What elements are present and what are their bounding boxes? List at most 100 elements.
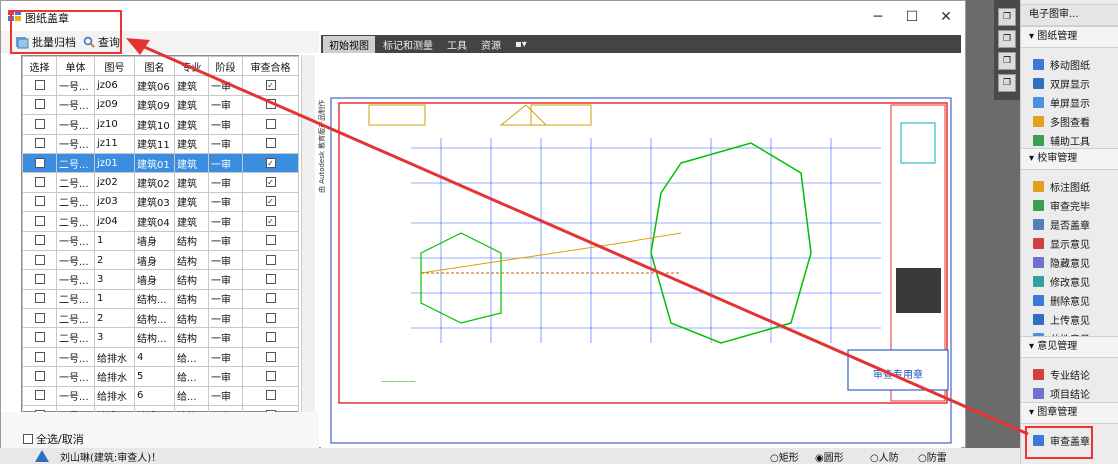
table-row[interactable]: 二号... jz04 建筑04 建筑 一审 ✓ xyxy=(22,211,299,232)
table-row[interactable]: 一号... 给排水 6 给... 一审 xyxy=(22,385,299,407)
panel-item[interactable]: 标注图纸 xyxy=(1033,178,1090,194)
tab-initial-view[interactable]: 初始视图 xyxy=(323,35,375,53)
row-select-cell[interactable] xyxy=(22,385,57,407)
tab-tools[interactable]: 工具 xyxy=(441,36,473,53)
table-row[interactable]: 一号... 2 墙身 结构 一审 xyxy=(22,249,299,271)
row-checkbox[interactable] xyxy=(34,215,45,226)
section-header-3[interactable]: ▾ 图章管理 xyxy=(1021,402,1118,424)
row-checkbox[interactable] xyxy=(34,273,45,284)
approved-cell[interactable] xyxy=(242,308,299,329)
row-select-cell[interactable] xyxy=(22,327,57,348)
approved-cell[interactable] xyxy=(242,114,299,135)
camera-dropdown-icon[interactable]: ▪▾ xyxy=(509,38,533,51)
row-select-cell[interactable] xyxy=(22,133,57,154)
row-select-cell[interactable] xyxy=(22,114,57,135)
row-select-cell[interactable] xyxy=(22,211,57,232)
approved-checkbox[interactable]: ✓ xyxy=(265,177,276,188)
table-row[interactable]: 二号... 1 结构... 结构 一审 xyxy=(22,288,299,310)
row-select-cell[interactable] xyxy=(22,172,57,193)
row-select-cell[interactable] xyxy=(22,94,57,116)
row-select-cell[interactable] xyxy=(22,152,57,174)
row-checkbox[interactable] xyxy=(34,118,45,129)
panel-item[interactable]: 是否盖章 xyxy=(1033,216,1090,232)
column-header[interactable]: 选择 xyxy=(22,55,57,77)
row-select-cell[interactable] xyxy=(22,269,57,290)
approved-cell[interactable] xyxy=(242,288,299,310)
row-checkbox[interactable] xyxy=(34,138,45,149)
approved-checkbox[interactable]: ✓ xyxy=(265,80,276,91)
column-header[interactable]: 图名 xyxy=(134,55,175,77)
close-button[interactable]: ✕ xyxy=(931,7,961,27)
row-checkbox[interactable] xyxy=(34,312,45,323)
table-row[interactable]: 一号... jz06 建筑06 建筑 一审 ✓ xyxy=(22,75,299,96)
lightning-option[interactable]: ○防雷 xyxy=(918,449,947,464)
section-header-1[interactable]: ▾ 校审管理 xyxy=(1021,148,1118,170)
panel-item[interactable]: 显示意见 xyxy=(1033,235,1090,251)
row-checkbox[interactable] xyxy=(34,196,45,207)
approved-cell[interactable] xyxy=(242,133,299,154)
panel-item[interactable]: 移动图纸 xyxy=(1033,56,1090,72)
approved-checkbox[interactable] xyxy=(265,273,276,284)
tab-markup-measure[interactable]: 标记和测量 xyxy=(377,36,439,53)
approved-cell[interactable] xyxy=(242,366,299,387)
row-select-cell[interactable] xyxy=(22,346,57,368)
row-select-cell[interactable] xyxy=(22,308,57,329)
column-header[interactable]: 图号 xyxy=(94,55,135,77)
row-checkbox[interactable] xyxy=(34,177,45,188)
approved-checkbox[interactable] xyxy=(265,254,276,265)
row-select-cell[interactable] xyxy=(22,230,57,251)
row-checkbox[interactable] xyxy=(34,99,45,110)
column-header[interactable]: 单体 xyxy=(56,55,95,77)
tab-resources[interactable]: 资源 xyxy=(475,36,507,53)
row-checkbox[interactable] xyxy=(34,370,45,381)
panel-item[interactable]: 专业结论 xyxy=(1033,366,1090,382)
cascade-icon[interactable]: ❐ xyxy=(998,30,1016,48)
panel-item[interactable]: 审查完毕 xyxy=(1033,197,1090,213)
title-bar[interactable]: 图纸盖章 ─ ☐ ✕ xyxy=(1,1,965,33)
approved-checkbox[interactable]: ✓ xyxy=(265,215,276,226)
panel-item[interactable]: 多图查看 xyxy=(1033,113,1090,129)
approved-checkbox[interactable]: ✓ xyxy=(265,196,276,207)
approved-checkbox[interactable]: ✓ xyxy=(265,157,276,168)
table-row[interactable]: 一号... 给排水 4 给... 一审 xyxy=(22,346,299,368)
approved-cell[interactable]: ✓ xyxy=(242,75,299,96)
table-row[interactable]: 二号... jz01 建筑01 建筑 一审 ✓ xyxy=(22,152,299,174)
section-header-2[interactable]: ▾ 意见管理 xyxy=(1021,336,1118,358)
panel-item[interactable]: 辅助工具 xyxy=(1033,132,1090,148)
row-select-cell[interactable] xyxy=(22,288,57,310)
select-all-toggle[interactable]: 全选/取消 xyxy=(23,431,84,447)
approved-cell[interactable] xyxy=(242,249,299,271)
approved-checkbox[interactable] xyxy=(265,293,276,304)
approved-checkbox[interactable] xyxy=(265,370,276,381)
row-select-cell[interactable] xyxy=(22,75,57,96)
table-row[interactable]: 二号... jz02 建筑02 建筑 一审 ✓ xyxy=(22,172,299,193)
approved-checkbox[interactable] xyxy=(265,351,276,362)
table-row[interactable]: 二号... jz03 建筑03 建筑 一审 ✓ xyxy=(22,191,299,213)
approved-cell[interactable] xyxy=(242,327,299,348)
approved-checkbox[interactable] xyxy=(265,99,276,110)
table-row[interactable]: 二号... 2 结构... 结构 一审 xyxy=(22,308,299,329)
row-select-cell[interactable] xyxy=(22,191,57,213)
drawing-canvas[interactable]: 审查专用章 ————— 由 Autodesk 教育版产品制作 xyxy=(318,53,961,449)
approved-cell[interactable] xyxy=(242,346,299,368)
section-header-0[interactable]: ▾ 图纸管理 xyxy=(1021,26,1118,48)
row-checkbox[interactable] xyxy=(34,235,45,246)
approved-cell[interactable]: ✓ xyxy=(242,191,299,213)
approved-checkbox[interactable] xyxy=(265,332,276,343)
tile-icon[interactable]: ❐ xyxy=(998,8,1016,26)
row-checkbox[interactable] xyxy=(34,390,45,401)
panel-item[interactable]: 单屏显示 xyxy=(1033,94,1090,110)
column-header[interactable]: 审查合格 xyxy=(242,55,299,77)
maximize-button[interactable]: ☐ xyxy=(897,7,927,27)
row-checkbox[interactable] xyxy=(34,332,45,343)
table-row[interactable]: 一号... 给排水 5 给... 一审 xyxy=(22,366,299,387)
panel-item[interactable]: 项目结论 xyxy=(1033,385,1090,401)
table-row[interactable]: 一号... jz09 建筑09 建筑 一审 xyxy=(22,94,299,116)
table-row[interactable]: 一号... jz11 建筑11 建筑 一审 xyxy=(22,133,299,154)
panel-item[interactable]: 修改意见 xyxy=(1033,273,1090,289)
restore-icon[interactable]: ❐ xyxy=(998,74,1016,92)
column-header[interactable]: 阶段 xyxy=(208,55,243,77)
approved-cell[interactable]: ✓ xyxy=(242,211,299,232)
approved-cell[interactable]: ✓ xyxy=(242,152,299,174)
row-select-cell[interactable] xyxy=(22,366,57,387)
